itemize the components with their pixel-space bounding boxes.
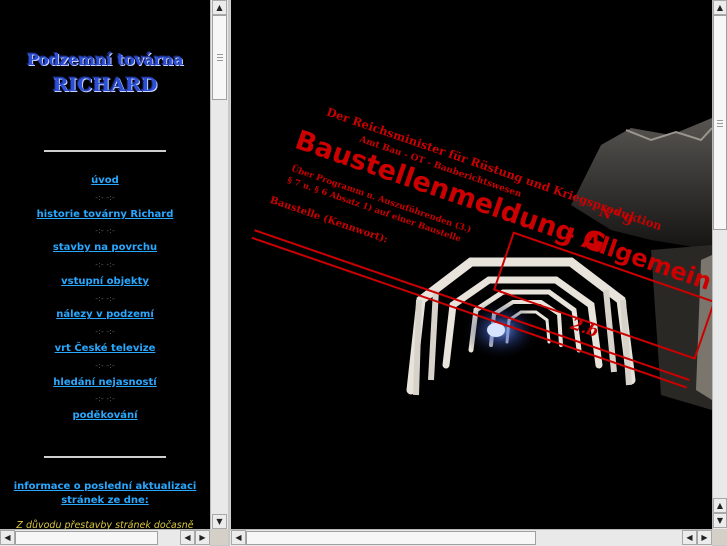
- menu-link-vstupni-objekty[interactable]: vstupní objekty: [61, 276, 149, 287]
- left-scroll-thumb[interactable]: [212, 15, 227, 100]
- left-vertical-scrollbar[interactable]: ▲ ▼: [210, 0, 228, 529]
- arrow-up-icon[interactable]: ▲: [713, 0, 727, 15]
- divider-bottom: [44, 456, 166, 458]
- divider-top: [44, 150, 166, 152]
- content-panel: Der Reichsminister für Rüstung und Krieg…: [231, 0, 712, 529]
- arrow-down-icon[interactable]: ▼: [212, 514, 227, 529]
- right-hscroll-thumb[interactable]: [246, 531, 536, 545]
- right-horizontal-scrollbar[interactable]: ◀ ◀ ▶: [230, 529, 712, 546]
- site-logo-title: Podzemní továrna: [26, 50, 184, 69]
- left-hscroll-thumb[interactable]: [15, 531, 158, 545]
- menu-link-hledani[interactable]: hledání nejasností: [53, 377, 156, 388]
- menu-separator: -:- -:-: [95, 394, 115, 404]
- content-frame: Der Reichsminister für Rüstung und Krieg…: [230, 0, 727, 546]
- menu-link-stavby[interactable]: stavby na povrchu: [53, 242, 157, 253]
- menu-link-nalezy[interactable]: nálezy v podzemí: [56, 309, 154, 320]
- arrow-up-icon[interactable]: ▲: [713, 498, 727, 513]
- arrow-down-icon[interactable]: ▼: [713, 513, 727, 528]
- last-update-link[interactable]: informace o poslední aktualizaci stránek…: [0, 480, 210, 508]
- right-scroll-thumb[interactable]: [713, 15, 727, 230]
- poster-line-5: Baustelle (Kennwort):: [268, 194, 390, 246]
- arrow-up-icon[interactable]: ▲: [212, 0, 227, 15]
- maintenance-notice: Z důvodu přestavby stránek dočasně: [16, 520, 194, 529]
- scrollbar-corner: [712, 529, 727, 545]
- menu-separator: -:- -:-: [95, 293, 115, 303]
- arrow-right-icon[interactable]: ▶: [697, 530, 712, 545]
- menu-link-historie[interactable]: historie továrny Richard: [37, 209, 174, 220]
- arrow-right-icon[interactable]: ▶: [195, 530, 210, 545]
- arrow-left-icon[interactable]: ◀: [231, 530, 246, 545]
- menu-separator: -:- -:-: [95, 192, 115, 202]
- left-frame: Podzemní továrna RICHARD úvod -:- -:- hi…: [0, 0, 228, 546]
- menu-link-podekovani[interactable]: poděkování: [72, 410, 137, 421]
- site-logo-name: RICHARD: [52, 74, 158, 96]
- menu-link-vrt[interactable]: vrt České televize: [55, 343, 156, 354]
- menu-separator: -:- -:-: [95, 226, 115, 236]
- menu-separator: -:- -:-: [95, 360, 115, 370]
- arrow-left-icon[interactable]: ◀: [0, 530, 15, 545]
- navigation-panel: Podzemní továrna RICHARD úvod -:- -:- hi…: [0, 0, 210, 529]
- menu-link-uvod[interactable]: úvod: [91, 175, 119, 186]
- left-horizontal-scrollbar[interactable]: ◀ ◀ ▶: [0, 529, 210, 546]
- arrow-left-icon[interactable]: ◀: [180, 530, 195, 545]
- menu-separator: -:- -:-: [95, 327, 115, 337]
- arrow-left-icon[interactable]: ◀: [682, 530, 697, 545]
- right-vertical-scrollbar[interactable]: ▲ ▲ ▼: [712, 0, 727, 529]
- menu-separator: -:- -:-: [95, 259, 115, 269]
- main-menu: úvod -:- -:- historie továrny Richard -:…: [0, 173, 210, 425]
